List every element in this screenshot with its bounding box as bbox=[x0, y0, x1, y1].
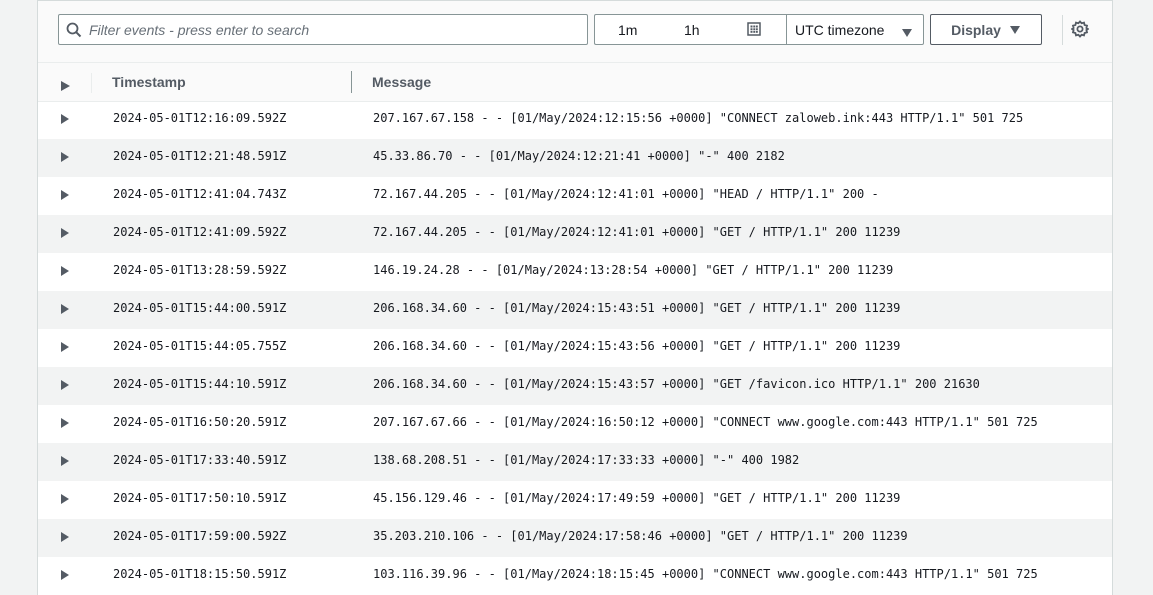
range-1h-button[interactable]: 1h bbox=[684, 22, 700, 38]
row-message: 138.68.208.51 - - [01/May/2024:17:33:33 … bbox=[373, 453, 800, 467]
expand-row-icon[interactable] bbox=[61, 149, 69, 167]
expand-row-icon[interactable] bbox=[61, 187, 69, 205]
table-row[interactable]: 2024-05-01T12:16:09.592Z 207.167.67.158 -… bbox=[38, 101, 1112, 139]
table-row[interactable]: 2024-05-01T18:15:50.591Z 103.116.39.96 - … bbox=[38, 557, 1112, 595]
row-message: 72.167.44.205 - - [01/May/2024:12:41:01 … bbox=[373, 225, 901, 239]
log-event-list: 2024-05-01T12:16:09.592Z 207.167.67.158 -… bbox=[38, 101, 1112, 595]
table-row[interactable]: 2024-05-01T12:21:48.591Z 45.33.86.70 - - … bbox=[38, 139, 1112, 177]
table-header: Timestamp Message bbox=[38, 63, 1112, 102]
row-message: 206.168.34.60 - - [01/May/2024:15:43:56 … bbox=[373, 339, 901, 353]
range-1m-button[interactable]: 1m bbox=[618, 22, 637, 38]
caret-down-icon bbox=[1009, 22, 1021, 38]
table-row[interactable]: 2024-05-01T15:44:05.755Z 206.168.34.60 - … bbox=[38, 329, 1112, 367]
row-message: 45.156.129.46 - - [01/May/2024:17:49:59 … bbox=[373, 491, 901, 505]
row-message: 72.167.44.205 - - [01/May/2024:12:41:01 … bbox=[373, 187, 879, 201]
column-header-message[interactable]: Message bbox=[372, 74, 431, 90]
display-dropdown-button[interactable]: Display bbox=[930, 14, 1042, 45]
display-label: Display bbox=[951, 21, 1001, 38]
row-timestamp: 2024-05-01T13:28:59.592Z bbox=[113, 263, 287, 277]
calendar-icon[interactable] bbox=[747, 22, 761, 41]
table-row[interactable]: 2024-05-01T13:28:59.592Z 146.19.24.28 - -… bbox=[38, 253, 1112, 291]
row-message: 207.167.67.158 - - [01/May/2024:12:15:56… bbox=[373, 111, 1024, 125]
row-timestamp: 2024-05-01T16:50:20.591Z bbox=[113, 415, 287, 429]
expand-row-icon[interactable] bbox=[61, 491, 69, 509]
table-row[interactable]: 2024-05-01T17:59:00.592Z 35.203.210.106 -… bbox=[38, 519, 1112, 557]
expand-all-icon[interactable] bbox=[61, 78, 70, 96]
gear-icon[interactable] bbox=[1070, 20, 1090, 43]
expand-row-icon[interactable] bbox=[61, 111, 69, 129]
row-message: 35.203.210.106 - - [01/May/2024:17:58:46… bbox=[373, 529, 908, 543]
expand-row-icon[interactable] bbox=[61, 529, 69, 547]
filter-events-input[interactable] bbox=[89, 15, 587, 44]
row-timestamp: 2024-05-01T12:21:48.591Z bbox=[113, 149, 287, 163]
table-row[interactable]: 2024-05-01T17:33:40.591Z 138.68.208.51 - … bbox=[38, 443, 1112, 481]
toolbar-divider bbox=[1062, 15, 1063, 45]
column-resize-handle[interactable] bbox=[351, 71, 352, 93]
search-box[interactable] bbox=[58, 14, 588, 45]
expand-row-icon[interactable] bbox=[61, 415, 69, 433]
column-header-timestamp[interactable]: Timestamp bbox=[112, 74, 186, 90]
row-message: 206.168.34.60 - - [01/May/2024:15:43:57 … bbox=[373, 377, 980, 391]
row-timestamp: 2024-05-01T17:33:40.591Z bbox=[113, 453, 287, 467]
expand-row-icon[interactable] bbox=[61, 339, 69, 357]
toolbar: 1m 1h UTC timezone Display bbox=[38, 1, 1112, 63]
row-timestamp: 2024-05-01T15:44:05.755Z bbox=[113, 339, 287, 353]
table-row[interactable]: 2024-05-01T15:44:00.591Z 206.168.34.60 - … bbox=[38, 291, 1112, 329]
table-row[interactable]: 2024-05-01T12:41:04.743Z 72.167.44.205 - … bbox=[38, 177, 1112, 215]
row-timestamp: 2024-05-01T17:59:00.592Z bbox=[113, 529, 287, 543]
time-range-selector: 1m 1h bbox=[594, 14, 786, 45]
row-timestamp: 2024-05-01T17:50:10.591Z bbox=[113, 491, 287, 505]
timezone-label: UTC timezone bbox=[795, 21, 885, 38]
table-row[interactable]: 2024-05-01T12:41:09.592Z 72.167.44.205 - … bbox=[38, 215, 1112, 253]
search-icon bbox=[59, 22, 89, 38]
expand-row-icon[interactable] bbox=[61, 301, 69, 319]
caret-down-icon bbox=[901, 25, 913, 41]
row-timestamp: 2024-05-01T12:41:09.592Z bbox=[113, 225, 287, 239]
expand-row-icon[interactable] bbox=[61, 225, 69, 243]
column-divider bbox=[91, 73, 92, 93]
timezone-dropdown[interactable]: UTC timezone bbox=[786, 14, 924, 45]
expand-row-icon[interactable] bbox=[61, 263, 69, 281]
row-message: 146.19.24.28 - - [01/May/2024:13:28:54 +… bbox=[373, 263, 894, 277]
row-timestamp: 2024-05-01T18:15:50.591Z bbox=[113, 567, 287, 581]
row-timestamp: 2024-05-01T15:44:00.591Z bbox=[113, 301, 287, 315]
row-timestamp: 2024-05-01T15:44:10.591Z bbox=[113, 377, 287, 391]
row-message: 103.116.39.96 - - [01/May/2024:18:15:45 … bbox=[373, 567, 1038, 581]
expand-row-icon[interactable] bbox=[61, 567, 69, 585]
table-row[interactable]: 2024-05-01T16:50:20.591Z 207.167.67.66 - … bbox=[38, 405, 1112, 443]
row-timestamp: 2024-05-01T12:16:09.592Z bbox=[113, 111, 287, 125]
expand-row-icon[interactable] bbox=[61, 453, 69, 471]
expand-row-icon[interactable] bbox=[61, 377, 69, 395]
log-events-panel: 1m 1h UTC timezone Display bbox=[37, 0, 1113, 595]
row-message: 45.33.86.70 - - [01/May/2024:12:21:41 +0… bbox=[373, 149, 785, 163]
table-row[interactable]: 2024-05-01T15:44:10.591Z 206.168.34.60 - … bbox=[38, 367, 1112, 405]
row-message: 207.167.67.66 - - [01/May/2024:16:50:12 … bbox=[373, 415, 1038, 429]
table-row[interactable]: 2024-05-01T17:50:10.591Z 45.156.129.46 - … bbox=[38, 481, 1112, 519]
row-timestamp: 2024-05-01T12:41:04.743Z bbox=[113, 187, 287, 201]
row-message: 206.168.34.60 - - [01/May/2024:15:43:51 … bbox=[373, 301, 901, 315]
